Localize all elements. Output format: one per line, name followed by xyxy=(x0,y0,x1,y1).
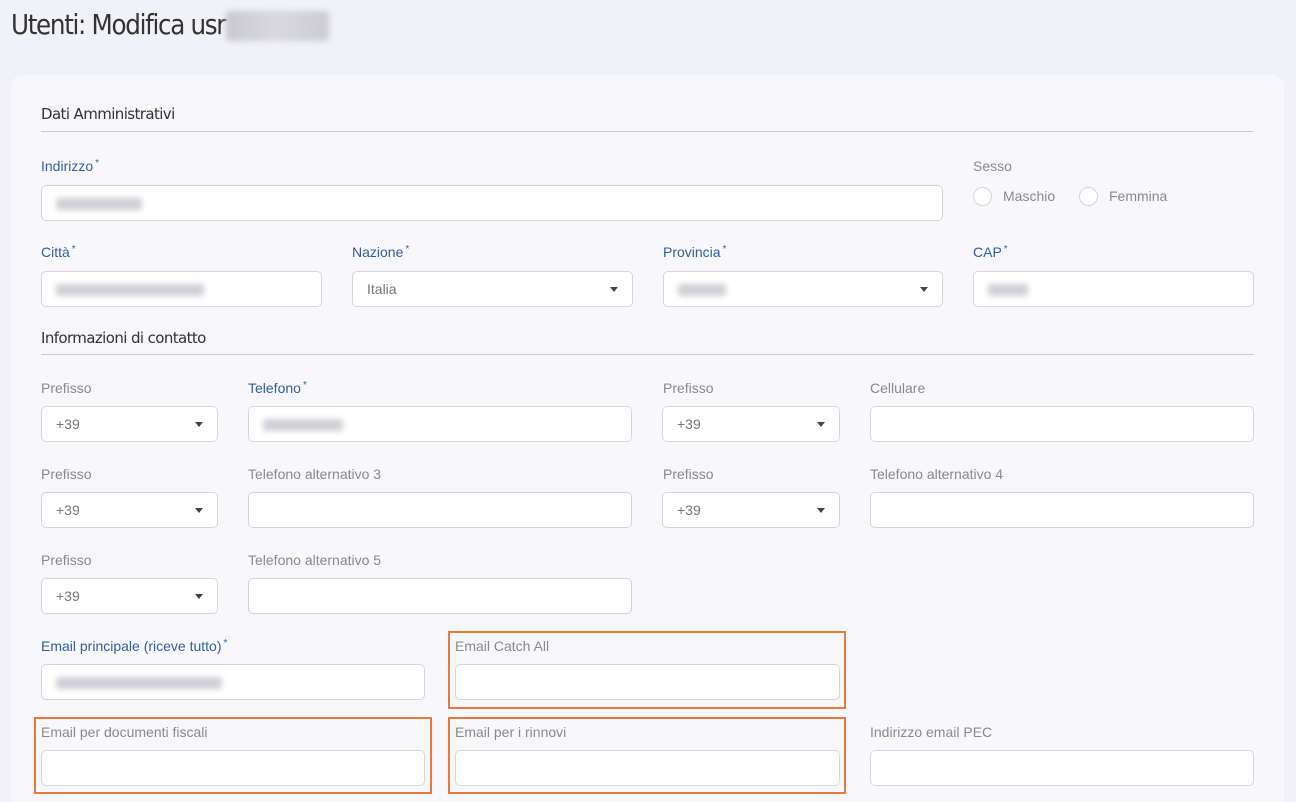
required-mark: * xyxy=(302,380,307,391)
redacted-cap xyxy=(988,284,1028,297)
indirizzo-label-text: Indirizzo xyxy=(41,158,94,174)
redacted-email-principale xyxy=(56,677,222,690)
prefisso-alt4-value: +39 xyxy=(677,502,701,518)
prefisso-telefono-label: Prefisso xyxy=(41,380,92,396)
prefisso-alt3-value: +39 xyxy=(56,502,80,518)
prefisso-cellulare-label: Prefisso xyxy=(663,380,714,396)
chevron-down-icon xyxy=(817,422,825,427)
required-mark: * xyxy=(1003,244,1008,255)
email-doc-fiscali-input[interactable] xyxy=(41,750,425,786)
telefono-label-text: Telefono xyxy=(248,380,301,396)
required-mark: * xyxy=(95,158,100,169)
section-divider-admin xyxy=(41,131,1254,132)
nazione-select[interactable]: Italia xyxy=(352,271,633,307)
email-rinnovi-input[interactable] xyxy=(455,750,840,786)
radio-femmina[interactable] xyxy=(1079,187,1098,206)
redacted-indirizzo xyxy=(56,198,142,211)
prefisso-telefono-value: +39 xyxy=(56,416,80,432)
email-rinnovi-label: Email per i rinnovi xyxy=(455,724,567,740)
email-principale-label-text: Email principale (riceve tutto) xyxy=(41,638,222,654)
cap-input[interactable] xyxy=(973,271,1254,307)
tel-alt4-label: Telefono alternativo 4 xyxy=(870,466,1004,482)
prefisso-alt4-label: Prefisso xyxy=(663,466,714,482)
required-mark: * xyxy=(722,244,727,255)
prefisso-alt5-value: +39 xyxy=(56,588,80,604)
chevron-down-icon xyxy=(195,594,203,599)
provincia-label: Provincia * xyxy=(663,244,727,260)
indirizzo-label: Indirizzo * xyxy=(41,158,99,174)
redacted-telefono xyxy=(263,419,343,432)
prefisso-telefono-select[interactable]: +39 xyxy=(41,406,218,442)
section-title-admin: Dati Amministrativi xyxy=(41,105,175,123)
cellulare-input[interactable] xyxy=(870,406,1254,442)
radio-maschio-label: Maschio xyxy=(1003,188,1056,204)
redacted-username xyxy=(226,11,330,41)
sesso-label: Sesso xyxy=(973,158,1012,174)
redacted-provincia xyxy=(678,284,726,297)
tel-alt5-label: Telefono alternativo 5 xyxy=(248,552,382,568)
chevron-down-icon xyxy=(195,422,203,427)
radio-maschio[interactable] xyxy=(973,187,992,206)
nazione-label: Nazione * xyxy=(352,244,409,260)
required-mark: * xyxy=(71,244,76,255)
cap-label-text: CAP xyxy=(973,244,1002,260)
telefono-input[interactable] xyxy=(248,406,632,442)
citta-label: Città * xyxy=(41,244,76,260)
email-catch-all-label: Email Catch All xyxy=(455,638,550,654)
email-catch-all-input[interactable] xyxy=(455,664,840,700)
page-title-text: Utenti: Modifica usr xyxy=(11,8,226,41)
section-divider-contact xyxy=(41,354,1254,355)
prefisso-cellulare-value: +39 xyxy=(677,416,701,432)
tel-alt3-label: Telefono alternativo 3 xyxy=(248,466,382,482)
prefisso-alt4-select[interactable]: +39 xyxy=(662,492,840,528)
email-principale-label: Email principale (riceve tutto) * xyxy=(41,638,227,654)
prefisso-alt3-select[interactable]: +39 xyxy=(41,492,218,528)
required-mark: * xyxy=(223,638,228,649)
cap-label: CAP * xyxy=(973,244,1008,260)
nazione-label-text: Nazione xyxy=(352,244,404,260)
citta-input[interactable] xyxy=(41,271,322,307)
chevron-down-icon xyxy=(920,287,928,292)
prefisso-cellulare-select[interactable]: +39 xyxy=(662,406,840,442)
redacted-citta xyxy=(56,284,204,297)
chevron-down-icon xyxy=(817,508,825,513)
cellulare-label: Cellulare xyxy=(870,380,926,396)
email-doc-fiscali-label: Email per documenti fiscali xyxy=(41,724,208,740)
nazione-value: Italia xyxy=(367,281,397,297)
user-edit-card: Dati Amministrativi Indirizzo * Sesso Mas… xyxy=(11,75,1284,802)
email-pec-label: Indirizzo email PEC xyxy=(870,724,993,740)
email-principale-input[interactable] xyxy=(41,664,425,700)
indirizzo-input[interactable] xyxy=(41,185,943,221)
radio-femmina-label: Femmina xyxy=(1109,188,1168,204)
telefono-label: Telefono * xyxy=(248,380,307,396)
page-title: Utenti: Modifica usr xyxy=(11,8,330,41)
required-mark: * xyxy=(405,244,410,255)
chevron-down-icon xyxy=(610,287,618,292)
tel-alt4-input[interactable] xyxy=(870,492,1254,528)
citta-label-text: Città xyxy=(41,244,70,260)
email-pec-input[interactable] xyxy=(870,750,1254,786)
tel-alt5-input[interactable] xyxy=(248,578,632,614)
prefisso-alt5-select[interactable]: +39 xyxy=(41,578,218,614)
prefisso-alt5-label: Prefisso xyxy=(41,552,92,568)
chevron-down-icon xyxy=(195,508,203,513)
prefisso-alt3-label: Prefisso xyxy=(41,466,92,482)
tel-alt3-input[interactable] xyxy=(248,492,632,528)
provincia-select[interactable] xyxy=(663,271,943,307)
section-title-contact: Informazioni di contatto xyxy=(41,329,206,347)
provincia-label-text: Provincia xyxy=(663,244,721,260)
